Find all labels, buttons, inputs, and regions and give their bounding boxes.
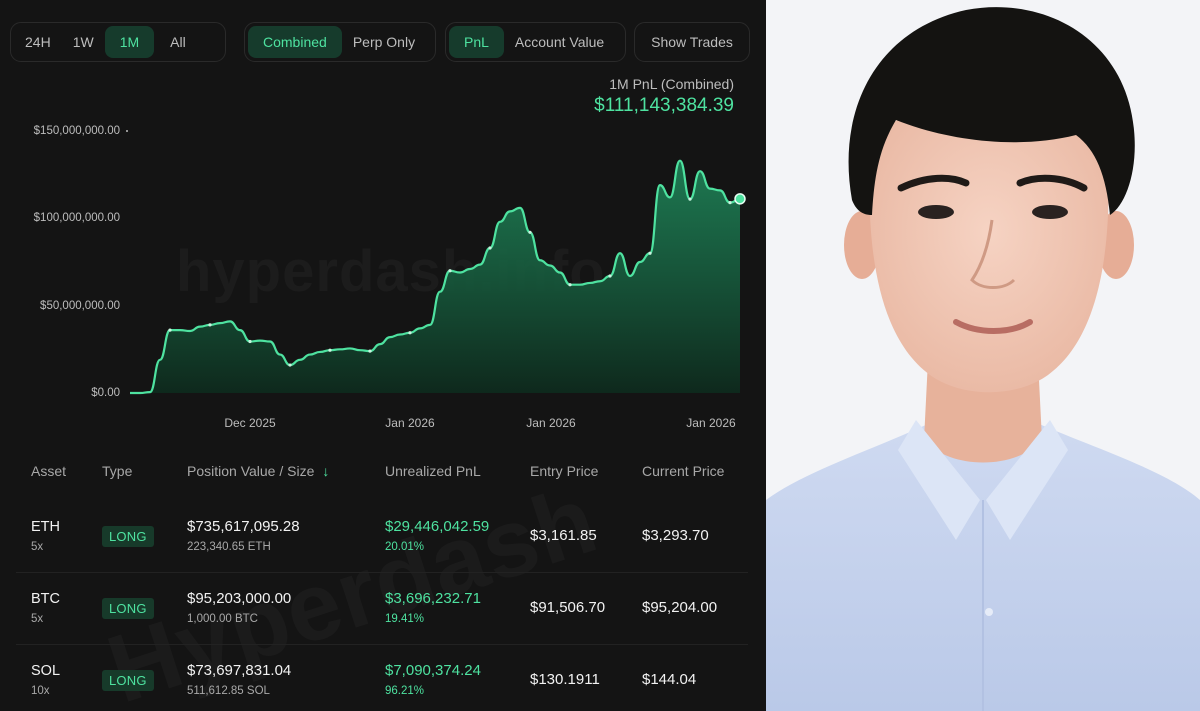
- data-point: [328, 348, 332, 352]
- col-asset[interactable]: Asset: [31, 463, 66, 479]
- tab-account-value[interactable]: Account Value: [504, 26, 615, 58]
- data-point: [448, 269, 452, 273]
- x-tick-label: Dec 2025: [224, 416, 276, 430]
- tab-1m[interactable]: 1M: [104, 26, 155, 58]
- asset-name: BTC: [31, 591, 60, 607]
- data-point: [208, 323, 212, 327]
- pnl-percent: 20.01%: [385, 541, 425, 553]
- entry-price: $130.1911: [530, 671, 600, 688]
- show-trades-group: Show Trades: [634, 22, 750, 62]
- row-divider: [16, 644, 748, 645]
- portrait-photo: [766, 0, 1200, 711]
- col-position-value[interactable]: Position Value / Size ↓: [187, 463, 329, 479]
- current-price: $95,204.00: [642, 599, 718, 616]
- data-point: [368, 349, 372, 353]
- type-badge: LONG: [102, 598, 154, 619]
- data-point: [168, 328, 172, 332]
- data-point: [528, 230, 532, 234]
- tab-pnl[interactable]: PnL: [449, 26, 504, 58]
- pnl-percent: 96.21%: [385, 685, 425, 697]
- x-tick-label: Jan 2026: [385, 416, 435, 430]
- position-size: 223,340.65 ETH: [187, 541, 271, 553]
- data-point: [728, 201, 732, 205]
- data-point: [408, 331, 412, 335]
- y-tick-label: $0.00: [91, 387, 120, 399]
- position-value: $73,697,831.04: [187, 662, 292, 679]
- arrow-down-icon: ↓: [322, 463, 330, 479]
- pnl-percent: 19.41%: [385, 613, 425, 625]
- data-point: [688, 197, 692, 201]
- data-point: [648, 251, 652, 255]
- position-size: 1,000.00 BTC: [187, 613, 258, 625]
- x-tick-label: Jan 2026: [686, 416, 736, 430]
- position-size: 511,612.85 SOL: [187, 685, 270, 697]
- position-value: $95,203,000.00: [187, 590, 292, 607]
- entry-price: $3,161.85: [530, 527, 597, 544]
- unrealized-pnl: $3,696,232.71: [385, 590, 481, 607]
- data-point: [288, 363, 292, 367]
- metric-tabs: PnL Account Value: [445, 22, 626, 62]
- y-tick-label: $150,000,000.00: [33, 125, 120, 137]
- data-point: [568, 283, 572, 287]
- shirt-button: [985, 608, 993, 616]
- unrealized-pnl: $7,090,374.24: [385, 662, 481, 679]
- tab-combined[interactable]: Combined: [248, 26, 342, 58]
- y-tick-dot: [126, 130, 128, 132]
- y-tick-label: $50,000,000.00: [40, 300, 120, 312]
- unrealized-pnl: $29,446,042.59: [385, 518, 490, 535]
- col-type[interactable]: Type: [102, 463, 132, 479]
- eye-right: [1032, 205, 1068, 219]
- row-divider: [16, 572, 748, 573]
- face: [869, 100, 1109, 393]
- y-tick-label: $100,000,000.00: [33, 212, 120, 224]
- entry-price: $91,506.70: [530, 599, 606, 616]
- col-position-value-label: Position Value / Size: [187, 463, 315, 479]
- show-trades-button[interactable]: Show Trades: [640, 26, 744, 58]
- pnl-caption: 1M PnL (Combined): [609, 76, 734, 92]
- col-entry-price[interactable]: Entry Price: [530, 463, 598, 479]
- tab-24h[interactable]: 24H: [14, 26, 62, 58]
- col-current-price[interactable]: Current Price: [642, 463, 724, 479]
- data-point: [248, 339, 252, 344]
- pnl-series-line: [130, 159, 741, 395]
- scope-tabs: Combined Perp Only: [244, 22, 436, 62]
- data-point: [608, 274, 612, 278]
- current-price: $144.04: [642, 671, 697, 688]
- data-point: [488, 246, 492, 250]
- current-price: $3,293.70: [642, 527, 709, 544]
- tab-all[interactable]: All: [159, 26, 197, 58]
- tab-perp-only[interactable]: Perp Only: [342, 26, 426, 58]
- current-value-marker: [734, 193, 746, 205]
- asset-name: ETH: [31, 519, 60, 535]
- range-tabs: 24H 1W 1M All: [10, 22, 226, 62]
- x-tick-label: Jan 2026: [526, 416, 576, 430]
- type-badge: LONG: [102, 526, 154, 547]
- person-portrait: [766, 0, 1200, 711]
- pnl-area-fill: [130, 160, 740, 393]
- watermark: hyperdash.info: [176, 238, 606, 305]
- leverage: 10x: [31, 685, 50, 697]
- leverage: 5x: [31, 613, 44, 625]
- pnl-value: $111,143,384.39: [594, 95, 734, 116]
- pnl-dashboard: hyperdash.info Hyperdash 24H 1W 1M All C…: [0, 0, 766, 711]
- tab-1w[interactable]: 1W: [62, 26, 105, 58]
- position-value: $735,617,095.28: [187, 518, 300, 535]
- leverage: 5x: [31, 541, 44, 553]
- eye-left: [918, 205, 954, 219]
- col-unrealized-pnl[interactable]: Unrealized PnL: [385, 463, 481, 479]
- type-badge: LONG: [102, 670, 154, 691]
- asset-name: SOL: [31, 663, 61, 679]
